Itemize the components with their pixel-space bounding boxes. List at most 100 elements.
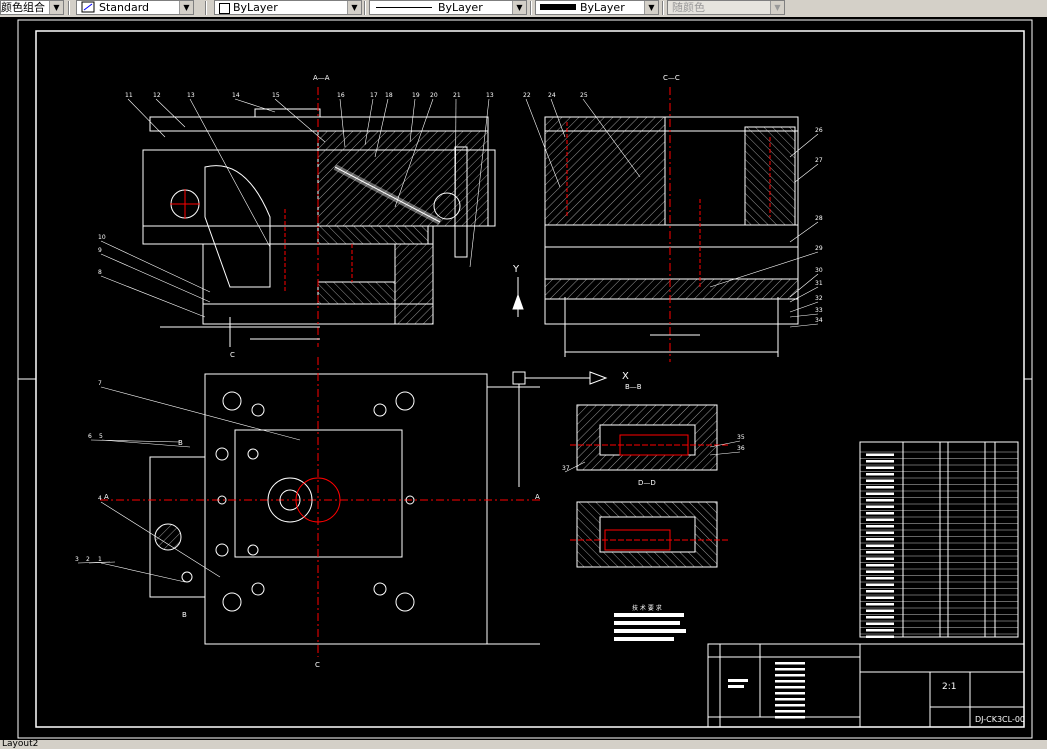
plan-outer: [204, 373, 488, 645]
chevron-down-icon[interactable]: ▼: [49, 1, 63, 14]
parts-row-text: [866, 635, 894, 638]
section-cc-view: [544, 87, 799, 362]
part-callout: 32: [815, 295, 823, 302]
parts-row-text: [866, 505, 894, 508]
textstyle-combo[interactable]: Standard ▼: [76, 0, 194, 15]
part-callout: 14: [232, 92, 240, 99]
locating-ring: [254, 108, 321, 118]
lineweight-preview: [540, 4, 576, 10]
lineweight-value: ByLayer: [580, 1, 625, 14]
part-callout: 26: [815, 127, 823, 134]
toolbar-separator: [205, 1, 207, 15]
section-aa-label: A—A: [313, 74, 330, 82]
linetype-combo[interactable]: ByLayer ▼: [369, 0, 527, 15]
title-row-text: [775, 668, 805, 671]
drawing-canvas[interactable]: A—A C—C D—D B—B Y X A A C C B B 技 术 要 求 …: [0, 17, 1047, 740]
title-row-text: [775, 716, 805, 719]
parts-row-text: [866, 609, 894, 612]
toolbar-separator: [364, 1, 366, 15]
title-row-text: [775, 710, 805, 713]
chevron-down-icon[interactable]: ▼: [644, 1, 658, 14]
callout-leader: [100, 501, 221, 578]
parts-row-text: [866, 473, 894, 476]
cc-ejector: [544, 278, 799, 300]
part-callout: 36: [737, 445, 745, 452]
parts-row-text: [866, 570, 894, 573]
color-combo[interactable]: 颜色组合 ▼: [0, 0, 64, 15]
parts-row-text: [866, 479, 894, 482]
title-row-text: [775, 662, 805, 665]
part-callout: 12: [153, 92, 161, 99]
section-dd-label: D—D: [638, 479, 656, 487]
spacer-block-right: [394, 243, 434, 325]
layer-combo[interactable]: ByLayer ▼: [214, 0, 362, 15]
label-c-top: C: [230, 351, 235, 359]
parts-row-text: [866, 577, 894, 580]
callout-leader: [789, 301, 819, 313]
part-callout: 6: [88, 433, 92, 440]
layer-color-swatch: [219, 3, 230, 14]
callout-leader: [155, 98, 186, 128]
parts-list-rows: [860, 451, 1018, 638]
callout-leader: [127, 98, 166, 138]
part-callout: 13: [187, 92, 195, 99]
chevron-down-icon: ▼: [770, 1, 784, 14]
part-callout: 2: [86, 556, 90, 563]
parts-row-text: [866, 499, 894, 502]
chevron-down-icon[interactable]: ▼: [179, 1, 193, 14]
cc-bottom-plate: [544, 298, 799, 325]
label-b-bottom: B: [182, 611, 187, 619]
section-aa-view: [142, 87, 496, 347]
parts-row-text: [866, 583, 894, 586]
chevron-down-icon[interactable]: ▼: [347, 1, 361, 14]
part-callout: 1: [98, 556, 102, 563]
cad-drawing: A—A C—C D—D B—B Y X A A C C B B 技 术 要 求 …: [17, 19, 1033, 739]
callout-leader: [189, 98, 271, 248]
properties-toolbar: 颜色组合 ▼ Standard ▼ ByLayer ▼ ByLayer ▼ By…: [0, 0, 1047, 18]
parts-row-text: [866, 629, 894, 632]
title-scale: 2:1: [942, 682, 956, 692]
part-callout: 18: [385, 92, 393, 99]
part-callout: 7: [98, 380, 102, 387]
toolbar-separator: [662, 1, 664, 15]
textstyle-value: Standard: [99, 1, 150, 14]
title-row-text: [775, 704, 805, 707]
label-a-left: A: [104, 493, 109, 501]
part-callout: 29: [815, 245, 823, 252]
parts-row-text: [866, 486, 894, 489]
part-callout: 37: [562, 465, 570, 472]
part-callout: 20: [430, 92, 438, 99]
part-callout: 17: [370, 92, 378, 99]
parts-row-text: [866, 453, 894, 456]
part-callout: 11: [125, 92, 133, 99]
label-c-bottom: C: [315, 661, 320, 669]
ejector-plate: [317, 281, 396, 305]
callout-leader: [100, 253, 211, 303]
cc-cavity-hatch: [544, 116, 666, 226]
callout-leader: [789, 313, 819, 318]
section-cc-label: C—C: [663, 74, 680, 82]
title-row-text: [775, 698, 805, 701]
axis-y-label: Y: [512, 264, 520, 275]
plotstyle-combo: 随颜色 ▼: [667, 0, 785, 15]
part-callout: 34: [815, 317, 823, 324]
parts-row-text: [866, 525, 894, 528]
part-callout: 10: [98, 234, 106, 241]
parts-row-text: [866, 590, 894, 593]
parts-row-text: [866, 564, 894, 567]
part-callout: 4: [98, 495, 102, 502]
part-callout: 30: [815, 267, 823, 274]
label-a-right: A: [535, 493, 540, 501]
part-callout: 35: [737, 434, 745, 441]
linetype-value: ByLayer: [438, 1, 483, 14]
lineweight-combo[interactable]: ByLayer ▼: [535, 0, 659, 15]
core-plate-hatch: [317, 225, 429, 245]
part-callout: 9: [98, 247, 102, 254]
layout-tab[interactable]: Layout2: [0, 739, 38, 749]
title-row-text: [775, 686, 805, 689]
chevron-down-icon[interactable]: ▼: [512, 1, 526, 14]
part-callout: 5: [99, 433, 103, 440]
parts-row-text: [866, 551, 894, 554]
textstyle-icon: [81, 1, 95, 14]
parts-row-text: [866, 557, 894, 560]
